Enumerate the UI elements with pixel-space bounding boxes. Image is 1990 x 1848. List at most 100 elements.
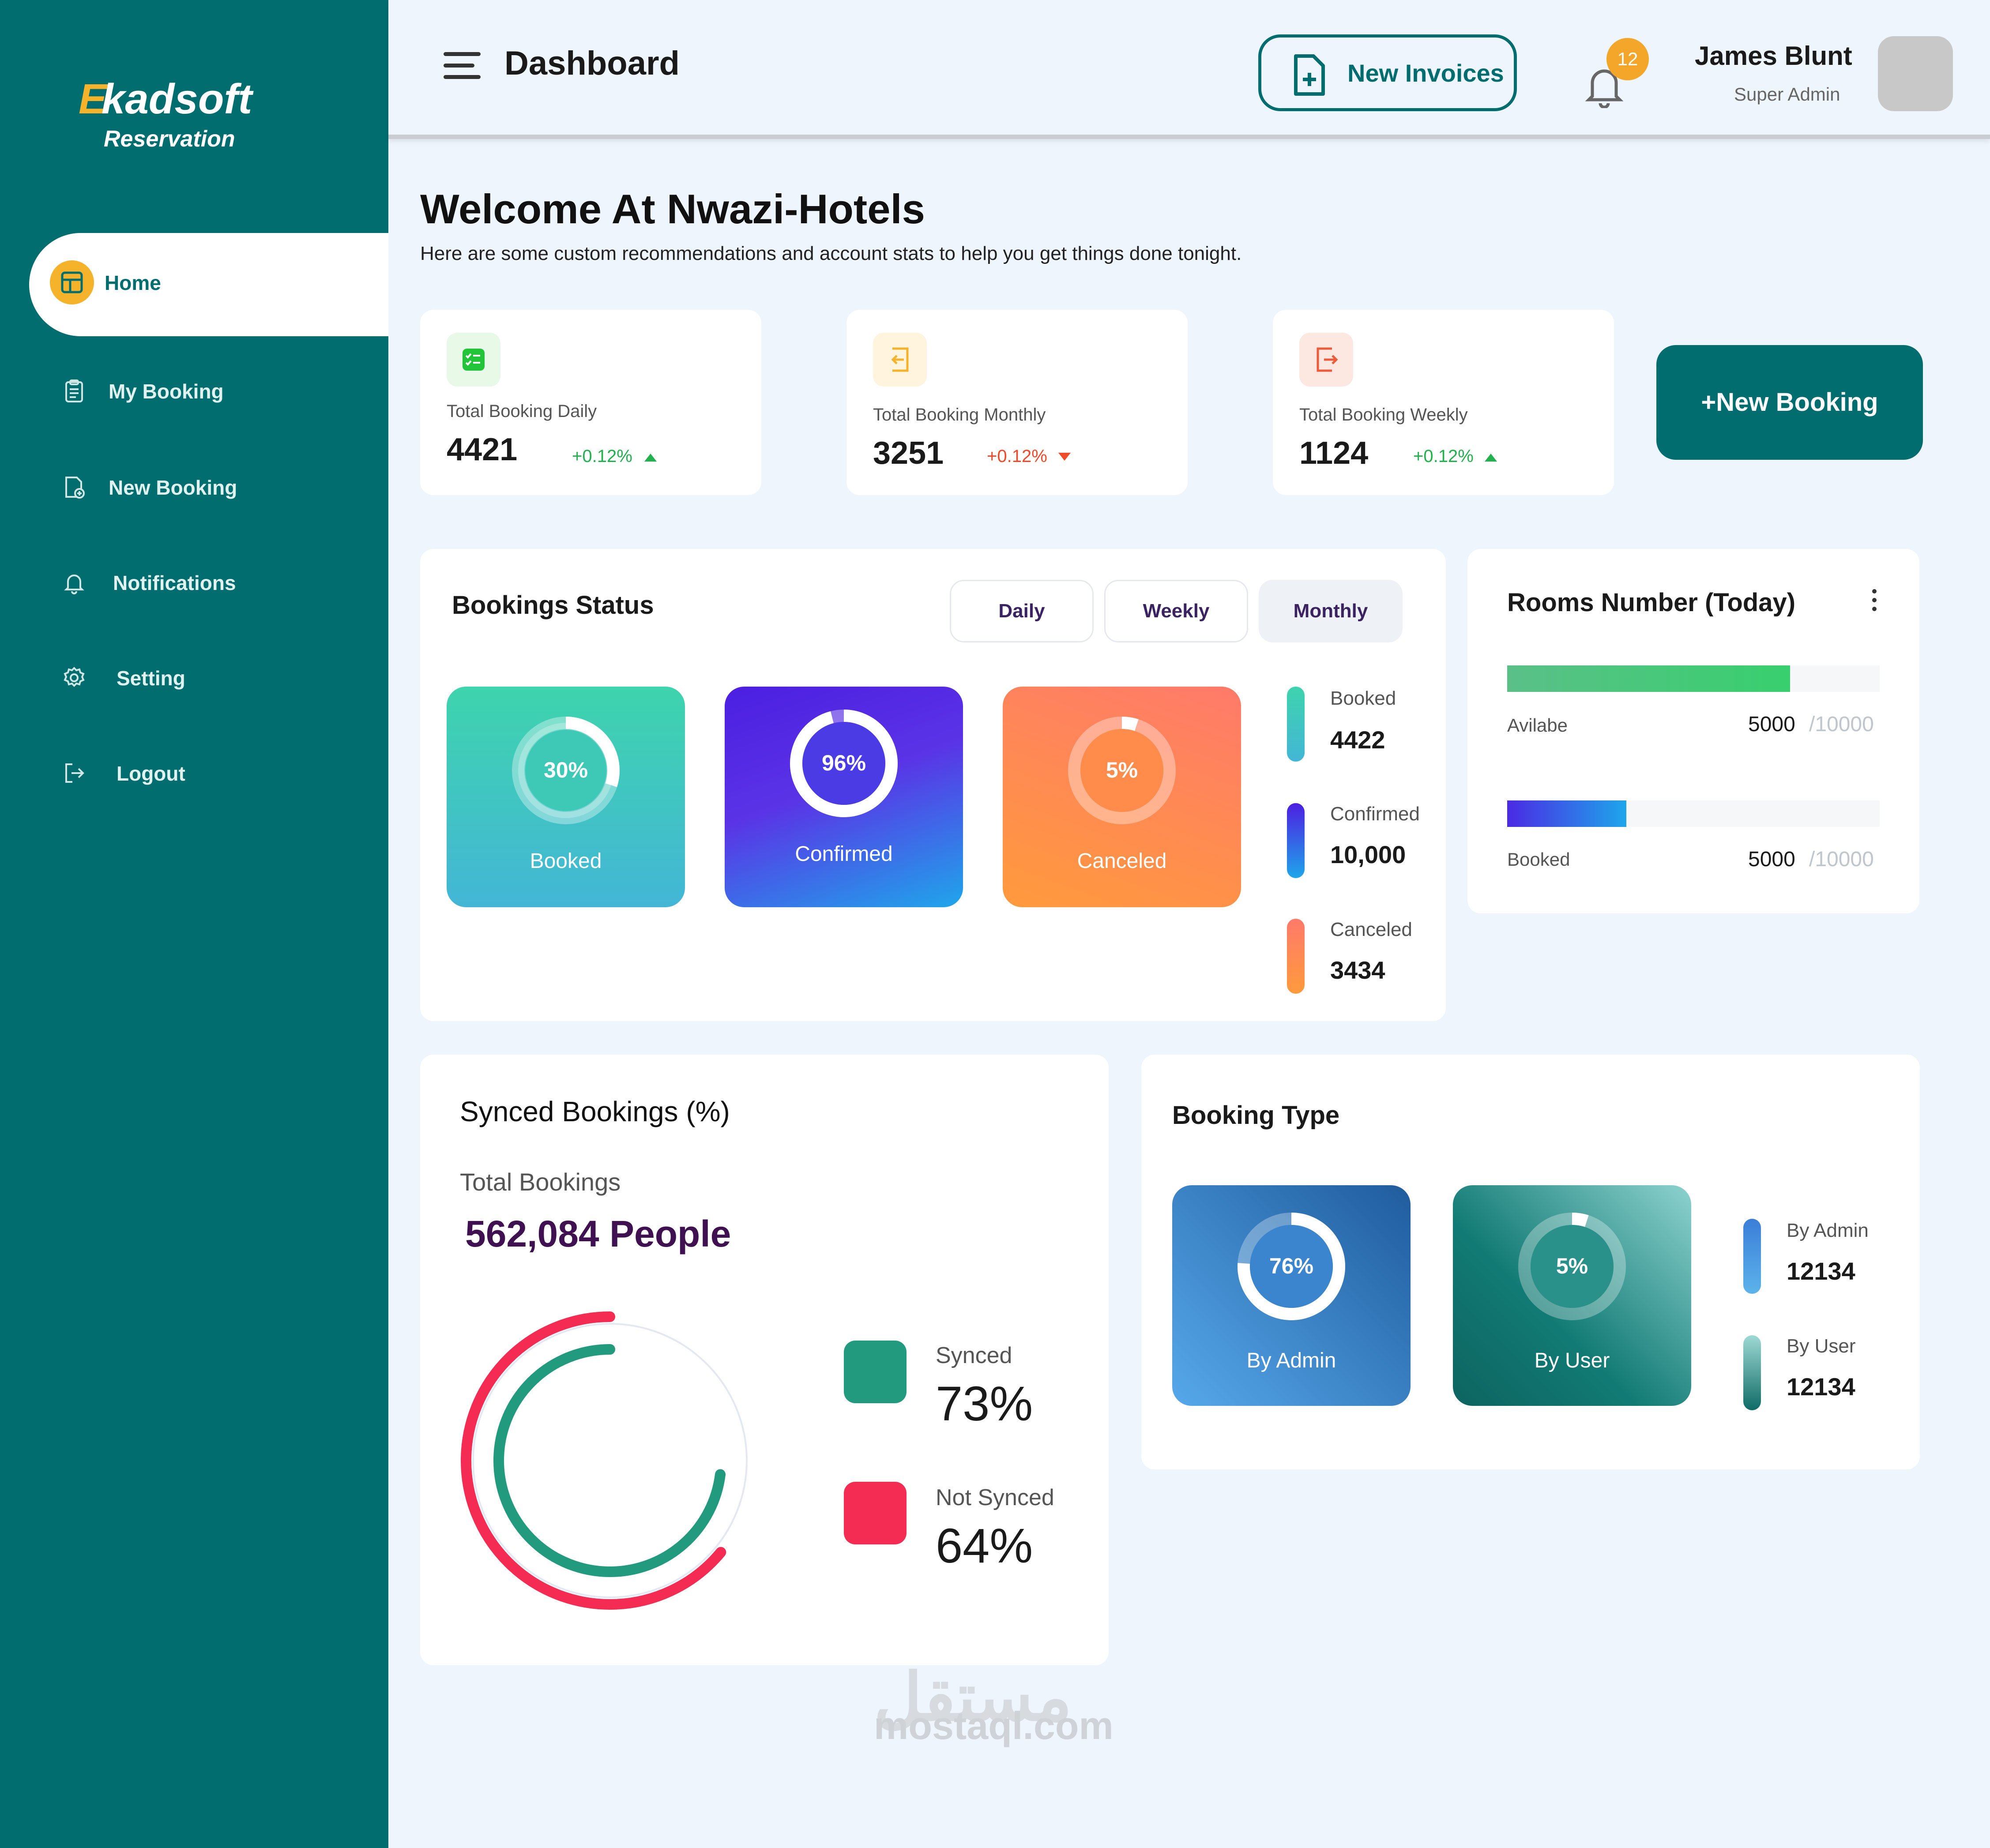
tab-monthly[interactable]: Monthly — [1259, 580, 1403, 642]
sidebar-item-label: Setting — [117, 667, 185, 690]
add-invoice-icon — [1294, 54, 1325, 96]
bell-icon — [64, 575, 84, 594]
not-synced-value: 64% — [936, 1519, 1033, 1573]
total-bookings-label: Total Bookings — [460, 1168, 621, 1196]
legend-bar-canceled — [1287, 919, 1305, 994]
stat-value: 4421 — [447, 432, 518, 467]
new-invoices-button[interactable]: New Invoices — [1258, 34, 1517, 111]
dashboard-icon — [50, 260, 94, 304]
legend-label: Booked — [1330, 687, 1396, 709]
add-document-icon — [65, 477, 85, 499]
sidebar-item-label: Logout — [117, 762, 185, 785]
legend-bar-booked — [1287, 687, 1305, 762]
rooms-row-max: /10000 — [1809, 713, 1874, 736]
user-role: Super Admin — [1734, 84, 1840, 105]
tab-daily[interactable]: Daily — [950, 580, 1094, 642]
stat-change: +0.12% — [572, 447, 632, 466]
rooms-booked-fill — [1507, 800, 1627, 827]
canceled-ring: 5% — [1068, 717, 1176, 824]
bookings-status-card: Bookings Status Daily Weekly Monthly 30%… — [420, 549, 1446, 1021]
legend-label: Canceled — [1330, 919, 1412, 940]
sidebar-item-label: Home — [105, 271, 161, 294]
tile-label: Canceled — [1077, 849, 1167, 873]
brand-logo-subtitle: Reservation — [104, 126, 235, 152]
admin-ring: 76% — [1238, 1213, 1345, 1320]
user-percent: 5% — [1556, 1254, 1588, 1278]
legend-value: 12134 — [1787, 1257, 1855, 1285]
stat-card-weekly: Total Booking Weekly 1124 +0.12% — [1273, 310, 1614, 495]
rooms-row-label: Avilabe — [1507, 715, 1568, 736]
sidebar-item-label: New Booking — [109, 476, 237, 499]
stat-card-daily: Total Booking Daily 4421 +0.12% — [420, 310, 761, 495]
clipboard-icon — [65, 379, 83, 402]
stat-card-monthly: Total Booking Monthly 3251 +0.12% — [846, 310, 1188, 495]
rooms-title: Rooms Number (Today) — [1507, 588, 1796, 617]
synced-bookings-card: Synced Bookings (%) Total Bookings 562,0… — [420, 1055, 1109, 1665]
tab-weekly[interactable]: Weekly — [1104, 580, 1248, 642]
sidebar-item-label: Notifications — [113, 571, 236, 594]
type-tile-user: 5% By User — [1453, 1185, 1691, 1406]
legend-value: 12134 — [1787, 1373, 1855, 1401]
not-synced-label: Not Synced — [936, 1485, 1054, 1510]
avatar[interactable] — [1878, 36, 1953, 111]
confirmed-ring: 96% — [790, 710, 898, 817]
status-tile-booked: 30% Booked — [447, 687, 685, 907]
tile-label: By User — [1534, 1349, 1610, 1372]
new-booking-button[interactable]: +New Booking — [1656, 345, 1923, 460]
stat-value: 3251 — [873, 436, 944, 471]
sidebar-item-logout[interactable]: Logout — [0, 748, 388, 797]
legend-bar-user — [1743, 1335, 1761, 1410]
admin-percent: 76% — [1269, 1254, 1313, 1278]
login-document-icon — [873, 333, 927, 387]
synced-title: Synced Bookings (%) — [460, 1096, 730, 1127]
hamburger-menu-icon[interactable] — [444, 52, 481, 79]
booked-ring: 30% — [512, 717, 620, 824]
synced-radial-chart — [461, 1311, 759, 1610]
rooms-row-value: 5000 — [1748, 713, 1795, 736]
stat-label: Total Booking Weekly — [1299, 405, 1468, 424]
status-tile-confirmed: 96% Confirmed — [725, 687, 963, 907]
rooms-row-max: /10000 — [1809, 848, 1874, 871]
trend-down-icon — [1058, 453, 1071, 461]
synced-arc — [493, 1344, 726, 1577]
sidebar-item-new-booking[interactable]: New Booking — [0, 462, 388, 511]
welcome-subtitle: Here are some custom recommendations and… — [420, 243, 1242, 264]
welcome-title: Welcome At Nwazi-Hotels — [420, 186, 925, 232]
sidebar-item-notifications[interactable]: Notifications — [0, 558, 388, 606]
legend-bar-admin — [1743, 1219, 1761, 1294]
user-name: James Blunt — [1695, 41, 1852, 71]
rooms-number-card: Rooms Number (Today) Avilabe 5000 /10000… — [1467, 549, 1919, 913]
not-synced-swatch — [844, 1482, 907, 1544]
booking-type-card: Booking Type 76% By Admin 5% By User By … — [1141, 1055, 1920, 1469]
legend-value: 3434 — [1330, 956, 1385, 984]
logout-document-icon — [1299, 333, 1353, 387]
page-title: Dashboard — [504, 45, 680, 82]
not-synced-arc — [461, 1311, 759, 1610]
sidebar-item-my-booking[interactable]: My Booking — [0, 366, 388, 415]
synced-label: Synced — [936, 1343, 1012, 1368]
rooms-available-fill — [1507, 665, 1791, 692]
tile-label: Booked — [530, 849, 602, 873]
sidebar-item-setting[interactable]: Setting — [0, 653, 388, 702]
sidebar-item-label: My Booking — [109, 380, 224, 403]
stat-label: Total Booking Daily — [447, 402, 597, 421]
total-bookings-value: 562,084 People — [465, 1213, 731, 1255]
logout-icon — [65, 763, 84, 783]
legend-label: By User — [1787, 1335, 1856, 1357]
more-vertical-icon[interactable] — [1870, 587, 1879, 613]
new-invoices-label: New Invoices — [1347, 59, 1504, 87]
bookings-status-title: Bookings Status — [452, 591, 654, 620]
tile-label: Confirmed — [795, 842, 893, 866]
legend-label: Confirmed — [1330, 803, 1420, 825]
confirmed-percent: 96% — [822, 751, 866, 775]
synced-value: 73% — [936, 1377, 1033, 1431]
notification-count-badge: 12 — [1606, 38, 1649, 80]
booking-type-title: Booking Type — [1172, 1101, 1340, 1130]
stat-change: +0.12% — [1413, 447, 1474, 466]
legend-value: 10,000 — [1330, 841, 1406, 868]
canceled-percent: 5% — [1106, 758, 1138, 782]
type-tile-admin: 76% By Admin — [1172, 1185, 1411, 1406]
synced-swatch — [844, 1341, 907, 1403]
stat-value: 1124 — [1299, 436, 1369, 471]
trend-up-icon — [644, 454, 657, 462]
